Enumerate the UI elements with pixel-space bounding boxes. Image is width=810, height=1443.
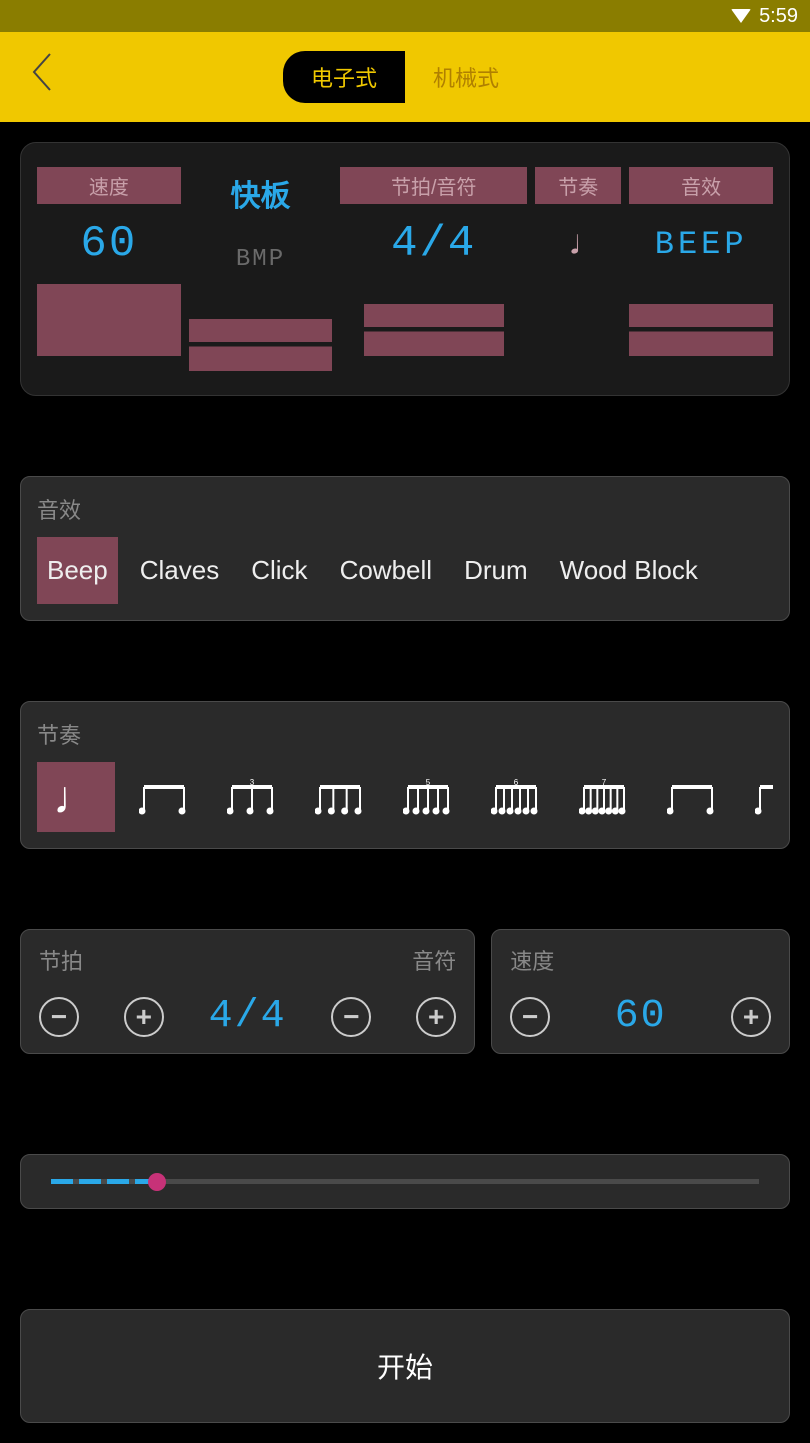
mode-mechanical[interactable]: 机械式 [405, 51, 527, 103]
display-panel: 速度 60 快板 BMP 节拍/音符 4/4 节奏 ♩ 音效 BEEP [20, 142, 790, 396]
rhythm-list: ♩3567♪ [37, 762, 773, 832]
note-plus-button[interactable]: + [416, 997, 456, 1037]
slider-thumb[interactable] [148, 1173, 166, 1191]
sound-section-title: 音效 [37, 493, 773, 525]
tempo-plus-button[interactable]: + [731, 997, 771, 1037]
tempo-minus-button[interactable]: − [510, 997, 550, 1037]
display-rhythm-label: 节奏 [535, 167, 621, 204]
display-rhythm-col: 节奏 ♩ [535, 167, 621, 371]
display-tempo-button[interactable] [37, 284, 181, 356]
header: 电子式 机械式 [0, 32, 810, 122]
display-tempo-label: 速度 [37, 167, 181, 204]
start-button[interactable]: 开始 [20, 1309, 790, 1423]
rhythm-section: 节奏 ♩3567♪ [20, 701, 790, 849]
sound-item-claves[interactable]: Claves [130, 537, 229, 604]
beat-plus-button[interactable]: + [124, 997, 164, 1037]
rhythm-item-eighth-pair[interactable] [125, 762, 203, 832]
display-beat-col: 节拍/音符 4/4 [340, 167, 527, 371]
rhythm-item-quarter[interactable]: ♩ [37, 762, 115, 832]
back-button[interactable] [30, 50, 54, 104]
rhythm-item-septuplet[interactable]: 7 [565, 762, 643, 832]
display-bpm-button[interactable] [189, 299, 333, 371]
status-bar: 5:59 [0, 0, 810, 32]
display-temponame-col: 快板 BMP [189, 167, 333, 371]
content: 速度 60 快板 BMP 节拍/音符 4/4 节奏 ♩ 音效 BEEP [0, 122, 810, 1443]
wifi-icon [731, 9, 751, 23]
sound-item-cowbell[interactable]: Cowbell [330, 537, 443, 604]
svg-text:5: 5 [426, 778, 431, 787]
display-sound-col: 音效 BEEP [629, 167, 773, 371]
tempo-slider[interactable] [20, 1154, 790, 1209]
rhythm-section-title: 节奏 [37, 718, 773, 750]
beat-minus-button[interactable]: − [39, 997, 79, 1037]
display-tempo-col: 速度 60 [37, 167, 181, 371]
tempo-control-value: 60 [615, 994, 667, 1039]
sound-item-wood-block[interactable]: Wood Block [550, 537, 708, 604]
tempo-control-label: 速度 [510, 944, 554, 976]
rhythm-item-sixteenth[interactable] [301, 762, 379, 832]
note-minus-button[interactable]: − [331, 997, 371, 1037]
beat-control-value: 4/4 [209, 994, 287, 1039]
rhythm-item-quintuplet[interactable]: 5 [389, 762, 467, 832]
tempo-control-box: 速度 − 60 + [491, 929, 790, 1054]
note-label: 音符 [412, 944, 456, 976]
controls-row: 节拍 音符 − + 4/4 − + 速度 − 60 + [20, 929, 790, 1054]
status-time: 5:59 [759, 5, 798, 28]
display-bpm-label: BMP [236, 229, 285, 289]
rhythm-item-sync-eighth[interactable] [741, 762, 773, 832]
display-beat-label: 节拍/音符 [340, 167, 527, 204]
quarter-note-icon: ♩ [566, 214, 590, 274]
sound-list: BeepClavesClickCowbellDrumWood Block [37, 537, 773, 604]
svg-text:6: 6 [514, 778, 519, 787]
svg-text:7: 7 [602, 778, 607, 787]
display-sound-value: BEEP [655, 214, 748, 274]
slider-track [51, 1179, 759, 1184]
display-tempo-name: 快板 [189, 167, 333, 219]
display-beat-button[interactable] [364, 284, 504, 356]
display-sound-label: 音效 [629, 167, 773, 204]
rhythm-item-dotted-eighth[interactable] [653, 762, 731, 832]
mode-electronic[interactable]: 电子式 [283, 51, 405, 103]
sound-item-beep[interactable]: Beep [37, 537, 118, 604]
svg-text:3: 3 [250, 778, 255, 787]
display-tempo-value: 60 [80, 214, 137, 274]
rhythm-item-triplet[interactable]: 3 [213, 762, 291, 832]
display-beat-value: 4/4 [391, 214, 476, 274]
sound-item-click[interactable]: Click [241, 537, 317, 604]
rhythm-item-sextuplet[interactable]: 6 [477, 762, 555, 832]
sound-item-drum[interactable]: Drum [454, 537, 538, 604]
beat-label: 节拍 [39, 944, 83, 976]
beat-control-box: 节拍 音符 − + 4/4 − + [20, 929, 475, 1054]
sound-section: 音效 BeepClavesClickCowbellDrumWood Block [20, 476, 790, 621]
mode-toggle: 电子式 机械式 [283, 51, 527, 103]
slider-fill [51, 1179, 157, 1184]
display-sound-button[interactable] [629, 284, 773, 356]
